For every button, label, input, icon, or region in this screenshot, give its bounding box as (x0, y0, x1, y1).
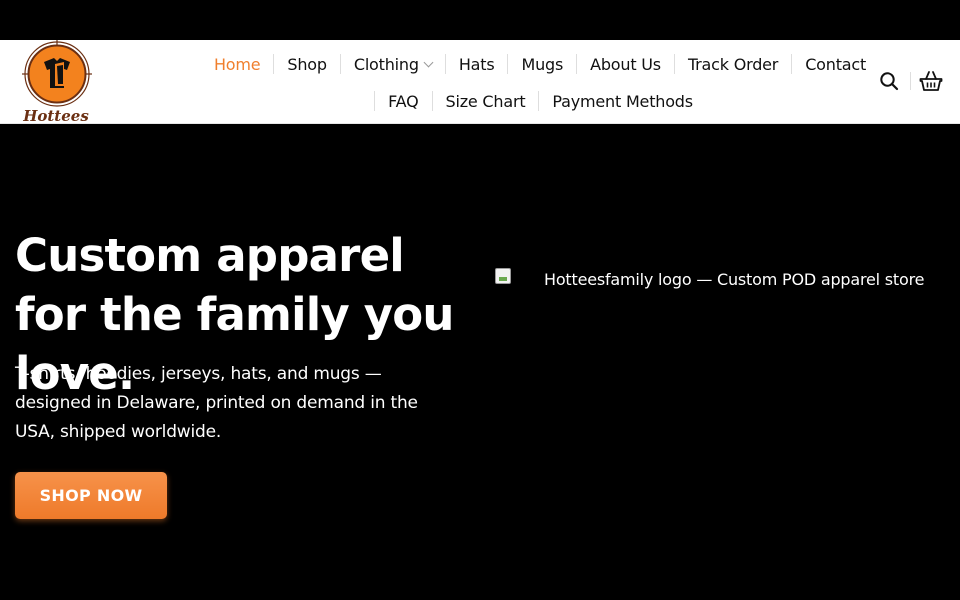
nav-row-primary: Home Shop Clothing Hats Mugs About Us Tr… (200, 49, 880, 79)
hero-image: Hotteesfamily logo — Custom POD apparel … (495, 268, 935, 292)
main-nav: Home Shop Clothing Hats Mugs About Us Tr… (200, 40, 880, 124)
search-button[interactable] (874, 66, 904, 96)
hero-image-alt-text: Hotteesfamily logo — Custom POD apparel … (544, 270, 925, 289)
hero-subtitle: T-shirts, hoodies, jerseys, hats, and mu… (15, 364, 418, 442)
site-header: Hottees Home Shop Clothing Hats Mugs Abo… (0, 40, 960, 125)
search-icon (880, 72, 899, 91)
nav-row-secondary: FAQ Size Chart Payment Methods (200, 86, 880, 116)
nav-item-payment-methods[interactable]: Payment Methods (538, 91, 705, 111)
logo-wordmark: Hottees (22, 107, 89, 124)
basket-icon (919, 71, 943, 91)
nav-item-shop[interactable]: Shop (273, 54, 339, 74)
nav-item-track-order[interactable]: Track Order (673, 54, 791, 74)
nav-item-about-us[interactable]: About Us (576, 54, 674, 74)
broken-image-icon (495, 268, 511, 284)
header-divider (910, 72, 911, 90)
nav-item-contact[interactable]: Contact (791, 54, 879, 74)
chevron-down-icon (423, 57, 434, 67)
cart-button[interactable] (916, 66, 946, 96)
nav-item-size-chart[interactable]: Size Chart (431, 91, 539, 111)
top-bar (0, 0, 960, 40)
nav-item-mugs[interactable]: Mugs (507, 54, 576, 74)
shop-now-button[interactable]: SHOP NOW (15, 472, 167, 519)
nav-item-hats[interactable]: Hats (444, 54, 508, 74)
site-logo[interactable]: Hottees (20, 40, 94, 125)
header-actions (874, 66, 946, 96)
nav-item-clothing[interactable]: Clothing (339, 54, 445, 74)
nav-item-faq[interactable]: FAQ (374, 91, 431, 111)
nav-item-home[interactable]: Home (201, 54, 273, 74)
hottees-logo-icon: Hottees (22, 40, 92, 125)
